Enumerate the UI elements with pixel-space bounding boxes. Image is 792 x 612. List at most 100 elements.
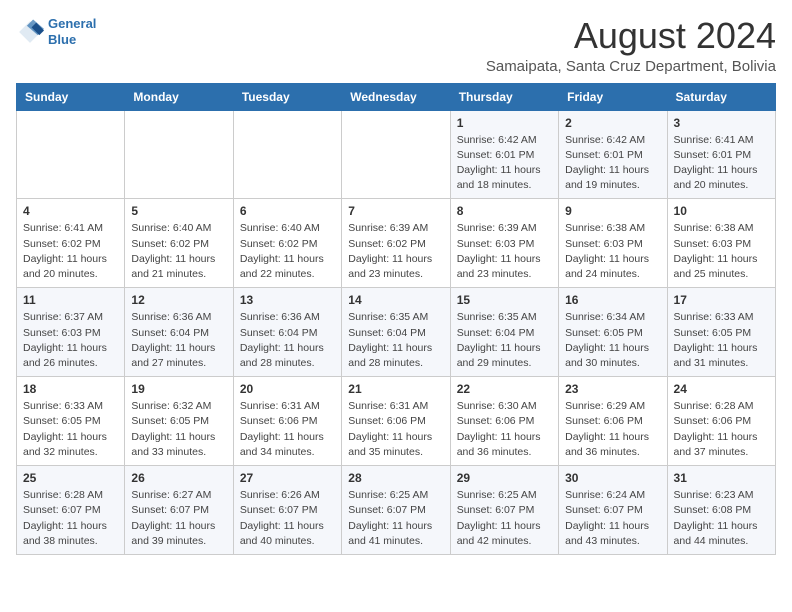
day-number: 26 [131, 471, 226, 485]
day-info: Sunrise: 6:29 AMSunset: 6:06 PMDaylight:… [565, 399, 660, 460]
day-number: 1 [457, 116, 552, 130]
calendar-cell: 7 Sunrise: 6:39 AMSunset: 6:02 PMDaylight… [342, 199, 450, 288]
calendar-cell: 3 Sunrise: 6:41 AMSunset: 6:01 PMDaylight… [667, 110, 775, 199]
day-number: 28 [348, 471, 443, 485]
day-number: 10 [674, 204, 769, 218]
day-info: Sunrise: 6:38 AMSunset: 6:03 PMDaylight:… [565, 221, 660, 282]
weekday-header-wednesday: Wednesday [342, 83, 450, 110]
day-info: Sunrise: 6:36 AMSunset: 6:04 PMDaylight:… [131, 310, 226, 371]
weekday-header-row: SundayMondayTuesdayWednesdayThursdayFrid… [17, 83, 776, 110]
calendar-cell [342, 110, 450, 199]
day-number: 9 [565, 204, 660, 218]
calendar-cell: 12 Sunrise: 6:36 AMSunset: 6:04 PMDayligh… [125, 288, 233, 377]
weekday-header-monday: Monday [125, 83, 233, 110]
logo-line1: General [48, 16, 96, 31]
calendar-cell: 21 Sunrise: 6:31 AMSunset: 6:06 PMDayligh… [342, 377, 450, 466]
day-info: Sunrise: 6:31 AMSunset: 6:06 PMDaylight:… [348, 399, 443, 460]
day-info: Sunrise: 6:34 AMSunset: 6:05 PMDaylight:… [565, 310, 660, 371]
calendar-cell: 20 Sunrise: 6:31 AMSunset: 6:06 PMDayligh… [233, 377, 341, 466]
calendar-cell: 15Sunrise: 6:35 AMSunset: 6:04 PMDayligh… [450, 288, 558, 377]
calendar-cell: 23 Sunrise: 6:29 AMSunset: 6:06 PMDayligh… [559, 377, 667, 466]
calendar-cell: 18Sunrise: 6:33 AMSunset: 6:05 PMDayligh… [17, 377, 125, 466]
day-number: 24 [674, 382, 769, 396]
page-header: General Blue August 2024 Samaipata, Sant… [16, 16, 776, 75]
day-number: 30 [565, 471, 660, 485]
week-row-2: 4Sunrise: 6:41 AMSunset: 6:02 PMDaylight… [17, 199, 776, 288]
calendar-cell: 22Sunrise: 6:30 AMSunset: 6:06 PMDayligh… [450, 377, 558, 466]
day-info: Sunrise: 6:23 AMSunset: 6:08 PMDaylight:… [674, 488, 769, 549]
day-number: 19 [131, 382, 226, 396]
day-number: 12 [131, 293, 226, 307]
calendar-cell: 13Sunrise: 6:36 AMSunset: 6:04 PMDayligh… [233, 288, 341, 377]
subtitle: Samaipata, Santa Cruz Department, Bolivi… [486, 58, 776, 75]
day-number: 16 [565, 293, 660, 307]
day-info: Sunrise: 6:39 AMSunset: 6:03 PMDaylight:… [457, 221, 552, 282]
day-info: Sunrise: 6:40 AMSunset: 6:02 PMDaylight:… [240, 221, 335, 282]
main-title: August 2024 [486, 16, 776, 56]
weekday-header-sunday: Sunday [17, 83, 125, 110]
day-info: Sunrise: 6:40 AMSunset: 6:02 PMDaylight:… [131, 221, 226, 282]
day-number: 15 [457, 293, 552, 307]
logo-icon [16, 18, 44, 46]
day-number: 31 [674, 471, 769, 485]
calendar-cell: 2 Sunrise: 6:42 AMSunset: 6:01 PMDaylight… [559, 110, 667, 199]
day-info: Sunrise: 6:32 AMSunset: 6:05 PMDaylight:… [131, 399, 226, 460]
week-row-4: 18Sunrise: 6:33 AMSunset: 6:05 PMDayligh… [17, 377, 776, 466]
calendar-cell: 8 Sunrise: 6:39 AMSunset: 6:03 PMDaylight… [450, 199, 558, 288]
calendar-cell: 25Sunrise: 6:28 AMSunset: 6:07 PMDayligh… [17, 466, 125, 555]
day-info: Sunrise: 6:37 AMSunset: 6:03 PMDaylight:… [23, 310, 118, 371]
day-info: Sunrise: 6:41 AMSunset: 6:02 PMDaylight:… [23, 221, 118, 282]
day-number: 23 [565, 382, 660, 396]
day-number: 3 [674, 116, 769, 130]
calendar-cell: 1 Sunrise: 6:42 AMSunset: 6:01 PMDaylight… [450, 110, 558, 199]
calendar-cell [125, 110, 233, 199]
day-number: 2 [565, 116, 660, 130]
calendar-table: SundayMondayTuesdayWednesdayThursdayFrid… [16, 83, 776, 555]
day-number: 11 [23, 293, 118, 307]
day-info: Sunrise: 6:42 AMSunset: 6:01 PMDaylight:… [457, 133, 552, 194]
day-info: Sunrise: 6:38 AMSunset: 6:03 PMDaylight:… [674, 221, 769, 282]
day-number: 27 [240, 471, 335, 485]
day-info: Sunrise: 6:42 AMSunset: 6:01 PMDaylight:… [565, 133, 660, 194]
week-row-5: 25Sunrise: 6:28 AMSunset: 6:07 PMDayligh… [17, 466, 776, 555]
calendar-cell: 31 Sunrise: 6:23 AMSunset: 6:08 PMDayligh… [667, 466, 775, 555]
day-number: 14 [348, 293, 443, 307]
logo: General Blue [16, 16, 96, 47]
day-number: 6 [240, 204, 335, 218]
calendar-cell: 4Sunrise: 6:41 AMSunset: 6:02 PMDaylight… [17, 199, 125, 288]
day-info: Sunrise: 6:35 AMSunset: 6:04 PMDaylight:… [348, 310, 443, 371]
day-number: 5 [131, 204, 226, 218]
day-number: 7 [348, 204, 443, 218]
day-info: Sunrise: 6:28 AMSunset: 6:07 PMDaylight:… [23, 488, 118, 549]
calendar-cell [233, 110, 341, 199]
calendar-cell: 24 Sunrise: 6:28 AMSunset: 6:06 PMDayligh… [667, 377, 775, 466]
day-info: Sunrise: 6:26 AMSunset: 6:07 PMDaylight:… [240, 488, 335, 549]
day-info: Sunrise: 6:36 AMSunset: 6:04 PMDaylight:… [240, 310, 335, 371]
calendar-cell [17, 110, 125, 199]
day-number: 21 [348, 382, 443, 396]
day-info: Sunrise: 6:31 AMSunset: 6:06 PMDaylight:… [240, 399, 335, 460]
calendar-cell: 10 Sunrise: 6:38 AMSunset: 6:03 PMDayligh… [667, 199, 775, 288]
day-number: 17 [674, 293, 769, 307]
weekday-header-thursday: Thursday [450, 83, 558, 110]
calendar-cell: 9 Sunrise: 6:38 AMSunset: 6:03 PMDaylight… [559, 199, 667, 288]
calendar-cell: 26Sunrise: 6:27 AMSunset: 6:07 PMDayligh… [125, 466, 233, 555]
calendar-cell: 5 Sunrise: 6:40 AMSunset: 6:02 PMDaylight… [125, 199, 233, 288]
calendar-cell: 29Sunrise: 6:25 AMSunset: 6:07 PMDayligh… [450, 466, 558, 555]
day-info: Sunrise: 6:28 AMSunset: 6:06 PMDaylight:… [674, 399, 769, 460]
day-info: Sunrise: 6:33 AMSunset: 6:05 PMDaylight:… [674, 310, 769, 371]
day-info: Sunrise: 6:39 AMSunset: 6:02 PMDaylight:… [348, 221, 443, 282]
calendar-cell: 6 Sunrise: 6:40 AMSunset: 6:02 PMDaylight… [233, 199, 341, 288]
day-info: Sunrise: 6:41 AMSunset: 6:01 PMDaylight:… [674, 133, 769, 194]
calendar-cell: 27 Sunrise: 6:26 AMSunset: 6:07 PMDayligh… [233, 466, 341, 555]
weekday-header-tuesday: Tuesday [233, 83, 341, 110]
calendar-cell: 19 Sunrise: 6:32 AMSunset: 6:05 PMDayligh… [125, 377, 233, 466]
weekday-header-friday: Friday [559, 83, 667, 110]
day-number: 8 [457, 204, 552, 218]
day-info: Sunrise: 6:25 AMSunset: 6:07 PMDaylight:… [457, 488, 552, 549]
logo-text: General Blue [48, 16, 96, 47]
day-number: 18 [23, 382, 118, 396]
week-row-3: 11 Sunrise: 6:37 AMSunset: 6:03 PMDayligh… [17, 288, 776, 377]
day-number: 20 [240, 382, 335, 396]
calendar-cell: 17 Sunrise: 6:33 AMSunset: 6:05 PMDayligh… [667, 288, 775, 377]
